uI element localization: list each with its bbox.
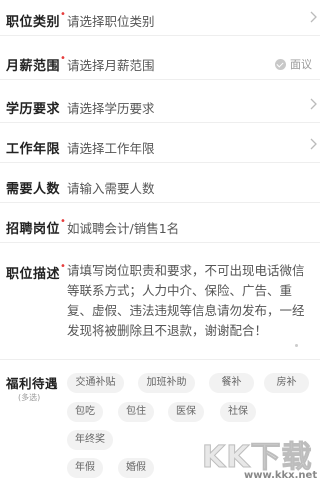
salary-range-select[interactable]: 请选择月薪范围 xyxy=(67,55,155,74)
benefit-tag[interactable]: 医保 xyxy=(168,402,204,422)
headcount-row[interactable]: 需要人数 请输入需要人数 xyxy=(0,167,320,203)
job-description-section: 职位描述 • 请填写岗位职责和要求，不可出现电话微信等联系方式；人力中介、保险、… xyxy=(0,254,320,360)
benefit-tag[interactable]: 房补 xyxy=(264,373,309,393)
job-category-label: 职位类别 xyxy=(6,15,61,30)
benefit-tag[interactable]: 社保 xyxy=(220,402,256,422)
benefit-tag[interactable]: 年终奖 xyxy=(67,430,113,450)
benefits-multi-select-hint: (多选) xyxy=(18,393,41,402)
benefit-tag[interactable]: 加班补助 xyxy=(138,373,195,393)
chevron-right-icon xyxy=(310,138,317,150)
education-select[interactable]: 请选择学历要求 xyxy=(67,98,155,117)
education-label: 学历要求 xyxy=(6,102,61,117)
site-watermark: KK下载 www.kkx.net xyxy=(200,432,318,486)
chevron-right-icon xyxy=(310,98,317,110)
job-description-textarea[interactable]: 请填写岗位职责和要求，不可出现电话微信等联系方式；人力中介、保险、广告、重复、虚… xyxy=(67,261,311,341)
negotiable-toggle[interactable]: 面议 xyxy=(275,56,312,72)
headcount-label: 需要人数 xyxy=(6,182,61,197)
benefit-tag[interactable]: 包住 xyxy=(118,402,154,422)
education-row[interactable]: 学历要求 请选择学历要求 xyxy=(0,87,320,123)
benefits-label: 福利待遇 xyxy=(6,376,59,391)
benefit-tag[interactable]: 包吃 xyxy=(67,402,103,422)
chevron-right-icon xyxy=(310,11,317,23)
required-star: • xyxy=(60,216,66,227)
salary-range-label: 月薪范围 xyxy=(6,59,61,74)
salary-range-row[interactable]: 月薪范围 • 请选择月薪范围 面议 xyxy=(0,44,320,80)
required-star: • xyxy=(60,53,66,64)
required-star: • xyxy=(60,261,66,272)
benefit-tag[interactable]: 交通补贴 xyxy=(67,373,124,393)
job-category-select[interactable]: 请选择职位类别 xyxy=(67,11,155,30)
benefit-tag[interactable]: 餐补 xyxy=(209,373,254,393)
benefit-tag[interactable]: 年假 xyxy=(67,458,103,478)
work-years-select[interactable]: 请选择工作年限 xyxy=(67,138,155,157)
work-years-label: 工作年限 xyxy=(6,142,61,157)
work-years-row[interactable]: 工作年限 请选择工作年限 xyxy=(0,127,320,163)
position-title-input[interactable]: 如诚聘会计/销售1名 xyxy=(67,218,179,237)
required-star: • xyxy=(60,9,66,20)
position-title-row[interactable]: 招聘岗位 • 如诚聘会计/销售1名 xyxy=(0,207,320,243)
headcount-input[interactable]: 请输入需要人数 xyxy=(67,178,155,197)
watermark-url: www.kkx.net xyxy=(244,470,318,481)
position-title-label: 招聘岗位 xyxy=(6,222,61,237)
resize-handle xyxy=(295,344,298,347)
job-category-row[interactable]: 职位类别 • 请选择职位类别 xyxy=(0,0,320,36)
check-circle-icon xyxy=(275,58,286,70)
negotiable-label: 面议 xyxy=(290,58,312,71)
job-description-label: 职位描述 xyxy=(6,267,61,282)
benefit-tag[interactable]: 婚假 xyxy=(118,458,154,478)
